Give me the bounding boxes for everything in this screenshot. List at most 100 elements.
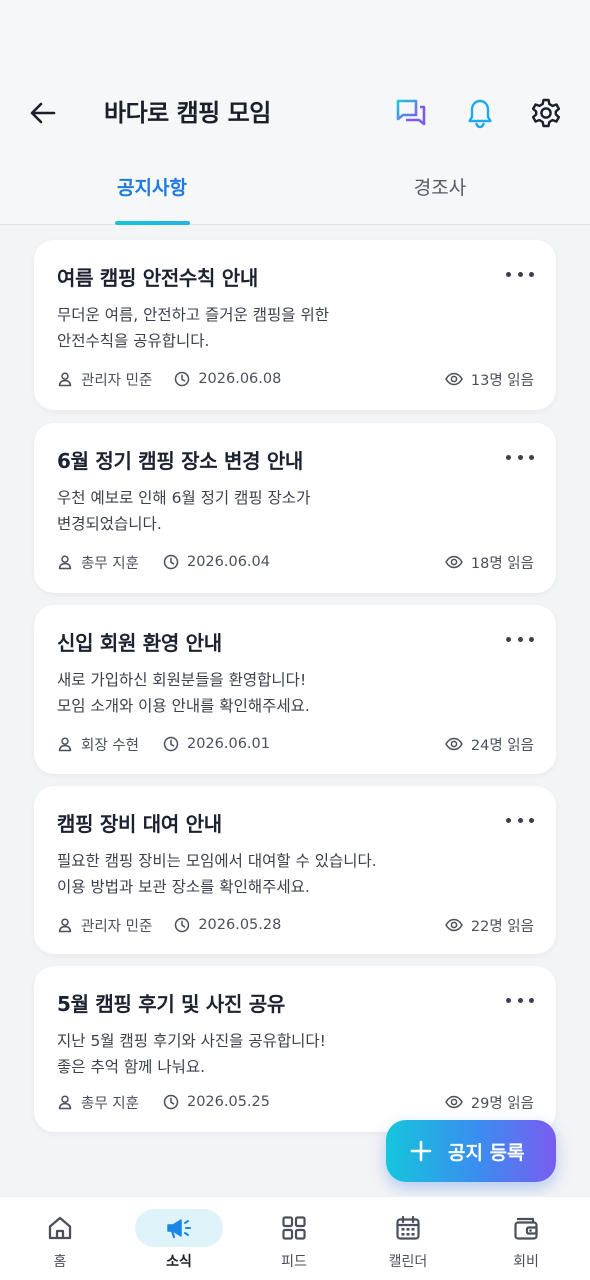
notice-body-line: 새로 가입하신 회원분들을 환영합니다! (57, 671, 307, 689)
notice-date: 2026.05.28 (174, 917, 281, 933)
notice-body-line: 지난 5월 캠핑 후기와 사진을 공유합니다! (57, 1032, 326, 1050)
tab-label: 공지사항 (117, 177, 187, 199)
more-dots-icon (506, 454, 511, 460)
plus-icon (410, 1140, 432, 1162)
eye-icon (445, 1095, 463, 1109)
clock-icon (175, 371, 190, 387)
notice-body-line: 안전수칙을 공유합니다. (57, 332, 210, 350)
notice-body-line: 좋은 추억 함께 나눠요. (57, 1058, 206, 1076)
notice-title: 5월 캠핑 후기 및 사진 공유 (57, 992, 285, 1016)
person-icon (58, 737, 72, 752)
notice-card[interactable]: 신입 회원 환영 안내 새로 가입하신 회원분들을 환영합니다! 모임 소개와 … (34, 605, 556, 774)
views-count: 22명 읽음 (470, 918, 534, 935)
notice-title: 여름 캠핑 안전수칙 안내 (57, 266, 258, 290)
notice-views: 29명 읽음 (445, 1092, 534, 1113)
tab-bar: 공지사항 경조사 (0, 160, 590, 225)
notice-views: 22명 읽음 (445, 915, 534, 936)
nav-item-home[interactable]: 홈 (10, 1197, 110, 1280)
back-button[interactable] (26, 96, 60, 130)
notice-meta: 관리자 민준 2026.06.08 13명 읽음 (57, 368, 534, 390)
author-name: 총무 지훈 (81, 555, 139, 572)
notice-body: 우천 예보로 인해 6월 정기 캠핑 장소가 변경되었습니다. (57, 485, 527, 537)
views-count: 18명 읽음 (470, 555, 534, 572)
tab-notices[interactable]: 공지사항 (52, 160, 252, 225)
notice-card[interactable]: 캠핑 장비 대여 안내 필요한 캠핑 장비는 모임에서 대여할 수 있습니다. … (34, 786, 556, 954)
nav-item-news[interactable]: 소식 (129, 1197, 229, 1280)
nav-label: 피드 (281, 1254, 307, 1270)
notice-body-line: 이용 방법과 보관 장소를 확인해주세요. (57, 878, 310, 896)
notice-author: 총무 지훈 (57, 552, 139, 573)
notice-author: 총무 지훈 (57, 1092, 139, 1113)
date-text: 2026.05.28 (198, 917, 282, 933)
notice-author: 관리자 민준 (57, 369, 152, 390)
more-options-button[interactable] (506, 266, 534, 282)
more-options-button[interactable] (506, 449, 534, 465)
notice-body: 필요한 캠핑 장비는 모임에서 대여할 수 있습니다. 이용 방법과 보관 장소… (57, 848, 527, 900)
author-name: 총무 지훈 (81, 1095, 139, 1112)
add-notice-button[interactable]: 공지 등록 (386, 1120, 556, 1182)
notice-body: 무더운 여름, 안전하고 즐거운 캠핑을 위한 안전수칙을 공유합니다. (57, 302, 527, 354)
chat-button[interactable] (394, 96, 428, 130)
clock-icon (163, 554, 179, 570)
nav-label: 캘린더 (388, 1254, 428, 1270)
clock-icon (163, 736, 179, 752)
more-dots-icon (506, 997, 511, 1003)
nav-item-feed[interactable]: 피드 (244, 1197, 344, 1280)
nav-label: 홈 (53, 1254, 67, 1270)
more-options-button[interactable] (506, 812, 534, 828)
person-icon (58, 918, 72, 933)
notice-author: 회장 수현 (57, 734, 139, 755)
home-icon (48, 1216, 72, 1240)
add-notice-label: 공지 등록 (448, 1141, 525, 1164)
eye-icon (445, 555, 463, 569)
notice-card[interactable]: 6월 정기 캠핑 장소 변경 안내 우천 예보로 인해 6월 정기 캠핑 장소가… (34, 423, 556, 593)
notice-date: 2026.06.01 (163, 736, 270, 752)
eye-icon (445, 737, 463, 751)
notice-date: 2026.05.25 (163, 1094, 270, 1110)
calendar-icon (396, 1215, 420, 1240)
more-options-button[interactable] (506, 992, 534, 1008)
notice-body-line: 변경되었습니다. (57, 515, 162, 533)
grid-icon (282, 1216, 306, 1240)
settings-button[interactable] (529, 96, 563, 130)
megaphone-icon (167, 1219, 191, 1239)
nav-item-dues[interactable]: 회비 (476, 1197, 576, 1280)
notice-views: 18명 읽음 (445, 552, 534, 573)
views-count: 29명 읽음 (470, 1095, 534, 1112)
notice-card[interactable]: 5월 캠핑 후기 및 사진 공유 지난 5월 캠핑 후기와 사진을 공유합니다!… (34, 966, 556, 1132)
notice-date: 2026.06.04 (163, 554, 270, 570)
bell-icon (468, 99, 492, 129)
views-count: 24명 읽음 (470, 737, 534, 754)
notice-meta: 총무 지훈 2026.06.04 18명 읽음 (57, 551, 534, 573)
nav-item-calendar[interactable]: 캘린더 (358, 1197, 458, 1280)
nav-label: 소식 (166, 1254, 192, 1270)
more-options-button[interactable] (506, 631, 534, 647)
nav-label: 회비 (513, 1254, 539, 1270)
clock-icon (163, 1094, 179, 1110)
notice-title: 신입 회원 환영 안내 (57, 631, 222, 655)
notice-body-line: 무더운 여름, 안전하고 즐거운 캠핑을 위한 (57, 306, 329, 324)
active-tab-indicator (115, 221, 190, 225)
views-count: 13명 읽음 (470, 372, 534, 389)
arrow-left-icon (30, 102, 56, 124)
notice-body-line: 필요한 캠핑 장비는 모임에서 대여할 수 있습니다. (57, 852, 377, 870)
notice-body: 지난 5월 캠핑 후기와 사진을 공유합니다! 좋은 추억 함께 나눠요. (57, 1028, 527, 1080)
author-name: 관리자 민준 (81, 372, 153, 389)
notice-meta: 총무 지훈 2026.05.25 29명 읽음 (57, 1091, 534, 1113)
page-title: 바다로 캠핑 모임 (104, 99, 271, 127)
person-icon (58, 555, 72, 570)
bottom-navigation: 홈 소식 피드 캘린더 회비 (0, 1196, 590, 1280)
date-text: 2026.06.04 (186, 554, 270, 570)
person-icon (58, 1095, 72, 1110)
date-text: 2026.06.01 (186, 736, 270, 752)
app-header: 바다로 캠핑 모임 공지사항 경조사 (0, 0, 590, 225)
notification-button[interactable] (463, 96, 497, 130)
notice-body-line: 모임 소개와 이용 안내를 확인해주세요. (57, 697, 310, 715)
author-name: 회장 수현 (81, 737, 139, 754)
notice-meta: 회장 수현 2026.06.01 24명 읽음 (57, 733, 534, 755)
chat-icon (396, 99, 426, 126)
tab-family-events[interactable]: 경조사 (340, 160, 540, 225)
notice-views: 13명 읽음 (445, 369, 534, 390)
eye-icon (445, 918, 463, 932)
notice-card[interactable]: 여름 캠핑 안전수칙 안내 무더운 여름, 안전하고 즐거운 캠핑을 위한 안전… (34, 240, 556, 410)
